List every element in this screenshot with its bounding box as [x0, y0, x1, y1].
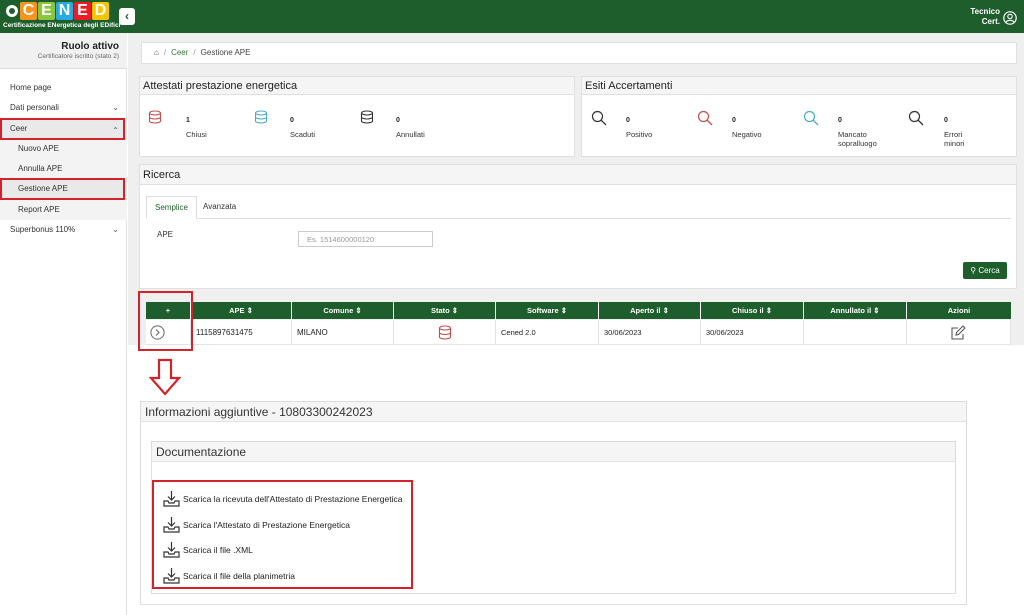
stat-label: Mancato sopralluogo: [838, 130, 877, 148]
database-icon: [438, 325, 452, 340]
col-azioni: Azioni: [907, 302, 1011, 319]
highlight-gestione-ape: [0, 178, 125, 200]
stat-value: 0: [944, 117, 948, 124]
user-line-1: Tecnico: [970, 7, 1000, 16]
home-icon[interactable]: ⌂: [154, 48, 159, 57]
sidebar-item-annulla-ape[interactable]: Annulla APE: [0, 159, 127, 179]
sidebar-item-dati-personali[interactable]: Dati personali ⌄: [0, 98, 127, 118]
sidebar-item-superbonus[interactable]: Superbonus 110% ⌄: [0, 220, 127, 240]
attestati-panel: Attestati prestazione energetica: [139, 76, 575, 157]
esiti-title: Esiti Accertamenti: [582, 77, 1016, 95]
cened-logo[interactable]: C E N E D Certificazione ENergetica degl…: [0, 0, 121, 33]
table-cell-chiuso: 30/06/2023: [701, 320, 804, 345]
ricerca-panel: Ricerca: [139, 164, 1017, 289]
attestati-title: Attestati prestazione energetica: [140, 77, 574, 95]
search-icon: [697, 110, 713, 126]
table-cell-ape: 1115897631475: [191, 320, 292, 345]
col-chiuso[interactable]: Chiuso il ⇕: [701, 302, 804, 319]
arrow-down-icon: [149, 358, 181, 396]
table-cell-annullato: [804, 320, 907, 345]
sidebar-item-label: Report APE: [18, 205, 60, 214]
stat-label: Chiusi: [186, 130, 207, 139]
stat-label: Negativo: [732, 130, 762, 139]
database-icon: [360, 110, 374, 124]
stat-value: 0: [396, 117, 400, 124]
stat-value: 0: [838, 117, 842, 124]
user-account-icon[interactable]: [1003, 11, 1017, 25]
highlight-ceer: [0, 118, 125, 140]
user-role-label: Tecnico Cert.: [966, 7, 1000, 27]
stat-value: 0: [626, 117, 630, 124]
tab-semplice[interactable]: Semplice: [146, 196, 197, 219]
logo-letter: D: [92, 2, 109, 20]
stat-label: Errori minori: [944, 130, 965, 148]
logo-letter: E: [74, 2, 91, 20]
table-cell-stato: [394, 320, 496, 345]
chevron-down-icon: ⌄: [112, 225, 119, 234]
sidebar-item-label: Nuovo APE: [18, 144, 59, 153]
breadcrumb-ceer[interactable]: Ceer: [171, 48, 188, 57]
sidebar-item-report-ape[interactable]: Report APE: [0, 200, 127, 220]
col-aperto[interactable]: Aperto il ⇕: [599, 302, 701, 319]
database-icon: [254, 110, 268, 124]
ricerca-title: Ricerca: [140, 165, 1016, 185]
sidebar-item-label: Annulla APE: [18, 164, 63, 173]
user-line-2: Cert.: [981, 17, 1000, 26]
breadcrumb-separator: /: [193, 48, 196, 57]
table-cell-comune: MILANO: [292, 320, 394, 345]
tabs-divider: [146, 218, 1011, 219]
col-software[interactable]: Software ⇕: [496, 302, 599, 319]
search-icon: [803, 110, 819, 126]
logo-mark-icon: [6, 5, 18, 17]
stat-value: 1: [186, 117, 190, 124]
search-icon: ⚲: [970, 266, 977, 275]
logo-letter: C: [20, 2, 37, 20]
database-icon: [148, 110, 162, 124]
edit-icon[interactable]: [950, 325, 966, 341]
ape-field-label: APE: [157, 230, 174, 239]
search-icon: [908, 110, 924, 126]
highlight-expand-column: [138, 291, 193, 351]
role-subtitle: Certificatore iscritto (stato 2): [37, 53, 119, 60]
sidebar-item-label: Home page: [10, 83, 52, 92]
logo-letter: N: [56, 2, 73, 20]
role-title: Ruolo attivo: [61, 41, 119, 52]
breadcrumb: ⌂ / Ceer / Gestione APE: [141, 42, 1017, 64]
ape-search-input[interactable]: [298, 231, 433, 247]
sidebar-item-label: Dati personali: [10, 103, 59, 112]
col-stato[interactable]: Stato ⇕: [394, 302, 496, 319]
stat-value: 0: [732, 117, 736, 124]
cerca-button[interactable]: ⚲ Cerca: [963, 262, 1007, 279]
search-icon: [591, 110, 607, 126]
col-ape[interactable]: APE ⇕: [191, 302, 292, 319]
logo-tagline: Certificazione ENergetica degli EDifici: [3, 22, 121, 29]
tab-avanzata[interactable]: Avanzata: [195, 196, 244, 219]
stat-value: 0: [290, 117, 294, 124]
informazioni-title: Informazioni aggiuntive - 10803300242023: [141, 402, 966, 422]
sidebar-item-home[interactable]: Home page: [0, 78, 127, 98]
stat-label: Annullati: [396, 130, 425, 139]
table-cell-aperto: 30/06/2023: [599, 320, 701, 345]
documentazione-title: Documentazione: [152, 442, 955, 462]
breadcrumb-current: Gestione APE: [200, 48, 251, 57]
col-comune[interactable]: Comune ⇕: [292, 302, 394, 319]
logo-letters: C E N E D: [20, 2, 109, 20]
logo-letter: E: [38, 2, 55, 20]
active-role-box: Ruolo attivo Certificatore iscritto (sta…: [0, 33, 127, 69]
cerca-button-label: Cerca: [978, 266, 1000, 275]
sidebar-item-label: Superbonus 110%: [10, 225, 76, 234]
stat-label: Positivo: [626, 130, 653, 139]
sidebar-item-nuovo-ape[interactable]: Nuovo APE: [0, 139, 127, 159]
table-cell-software: Cened 2.0: [496, 320, 599, 345]
col-annullato[interactable]: Annullato il ⇕: [804, 302, 907, 319]
chevron-down-icon: ⌄: [112, 103, 119, 112]
highlight-download-links: [152, 480, 413, 589]
stat-label: Scaduti: [290, 130, 316, 139]
sidebar-collapse-button[interactable]: ‹: [119, 8, 135, 25]
table-cell-azioni: [907, 320, 1011, 345]
top-header-bar: [0, 0, 1024, 33]
breadcrumb-separator: /: [163, 48, 167, 57]
